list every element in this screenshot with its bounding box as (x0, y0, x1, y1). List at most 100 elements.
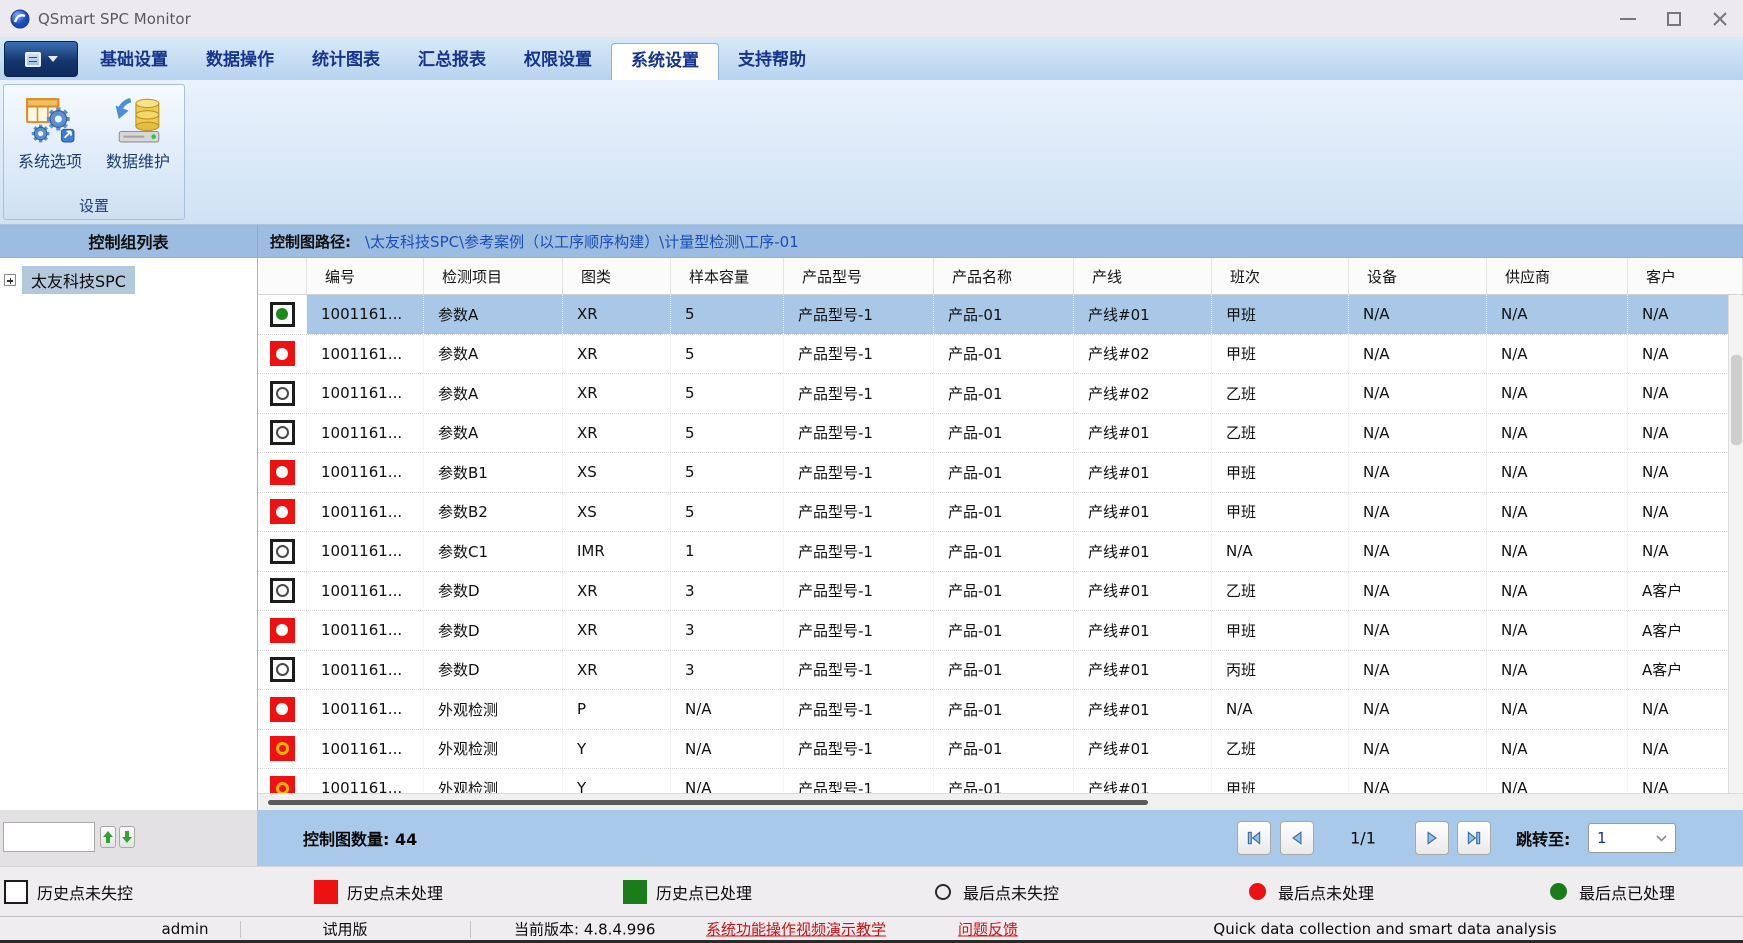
column-header-8[interactable]: 产线 (1074, 258, 1212, 294)
column-header-5[interactable]: 样本容量 (671, 258, 784, 294)
table-cell: N/A (1487, 730, 1628, 769)
table-cell: N/A (1628, 414, 1743, 453)
column-header-7[interactable]: 产品名称 (934, 258, 1074, 294)
horizontal-scrollbar[interactable] (258, 793, 1743, 810)
column-header-2[interactable]: 编号 (307, 258, 424, 294)
column-header-3[interactable]: 检测项目 (424, 258, 563, 294)
chevron-down-icon (48, 56, 58, 62)
table-row[interactable]: 1001161...参数AXR5产品型号-1产品-01产线#02乙班N/AN/A… (258, 374, 1743, 414)
tree-node-root[interactable]: 太友科技SPC (4, 266, 135, 294)
table-row[interactable]: 1001161...参数B2XS5产品型号-1产品-01产线#01甲班N/AN/… (258, 493, 1743, 533)
status-icon (270, 539, 295, 564)
table-cell: N/A (1487, 493, 1628, 532)
app-window: QSmart SPC Monitor 基础设置数据操作统计图表汇总报表权限设置系… (0, 0, 1743, 943)
feedback-link[interactable]: 问题反馈 (958, 918, 1018, 939)
tree-expand-icon[interactable] (4, 274, 16, 286)
table-cell: 5 (671, 453, 784, 492)
column-header-6[interactable]: 产品型号 (784, 258, 934, 294)
table-row[interactable]: 1001161...参数AXR5产品型号-1产品-01产线#01甲班N/AN/A… (258, 295, 1743, 335)
table-cell: 产品-01 (934, 690, 1074, 729)
next-page-button[interactable] (1415, 821, 1449, 855)
move-down-button[interactable] (119, 826, 135, 848)
table-row[interactable]: 1001161...参数C1IMR1产品型号-1产品-01产线#01N/AN/A… (258, 532, 1743, 572)
column-header-4[interactable]: 图类 (563, 258, 671, 294)
table-cell: N/A (1212, 532, 1349, 571)
table-cell: 产品-01 (934, 295, 1074, 334)
pagination-row: 控制图数量: 44 1/1 跳转至: 1 (0, 810, 1743, 866)
system-options-icon (25, 94, 75, 144)
tree-node-label: 太友科技SPC (22, 266, 135, 294)
table-cell: XR (563, 335, 671, 374)
table-cell: 产品-01 (934, 532, 1074, 571)
table-cell: 产线#01 (1074, 651, 1212, 690)
table-cell: N/A (1349, 295, 1487, 334)
table-row[interactable]: 1001161...参数B1XS5产品型号-1产品-01产线#01甲班N/AN/… (258, 453, 1743, 493)
first-page-button[interactable] (1237, 821, 1271, 855)
vertical-scrollbar-thumb[interactable] (1731, 355, 1742, 445)
table-row[interactable]: 1001161...参数DXR3产品型号-1产品-01产线#01乙班N/AN/A… (258, 572, 1743, 612)
table-row[interactable]: 1001161...外观检测YN/A产品型号-1产品-01产线#01乙班N/AN… (258, 730, 1743, 770)
minimize-button[interactable] (1605, 0, 1651, 37)
menu-tab-1[interactable]: 基础设置 (81, 43, 187, 80)
table-cell: 产线#02 (1074, 374, 1212, 413)
column-header-10[interactable]: 设备 (1349, 258, 1487, 294)
table-cell: 1001161... (307, 690, 424, 729)
column-header-12[interactable]: 客户 (1628, 258, 1743, 294)
table-row[interactable]: 1001161...外观检测YN/A产品型号-1产品-01产线#01甲班N/AN… (258, 769, 1743, 793)
legend-circle-icon (1249, 883, 1266, 900)
table-cell: Y (563, 730, 671, 769)
arrow-down-icon (122, 831, 132, 843)
status-user: admin (120, 920, 250, 938)
status-icon (270, 578, 295, 603)
column-header-9[interactable]: 班次 (1212, 258, 1349, 294)
table-cell: 外观检测 (424, 690, 563, 729)
ribbon-group-settings: 系统选项 数据维护 设 (3, 84, 185, 220)
menu-tab-6[interactable]: 系统设置 (611, 43, 719, 80)
table-cell: 产品-01 (934, 611, 1074, 650)
maximize-button[interactable] (1651, 0, 1697, 37)
status-slogan: Quick data collection and smart data ana… (1160, 920, 1610, 938)
table-cell: 3 (671, 572, 784, 611)
vertical-scrollbar[interactable] (1728, 295, 1743, 793)
table-cell: 参数B2 (424, 493, 563, 532)
menu-tab-5[interactable]: 权限设置 (505, 43, 611, 80)
column-header-1[interactable] (258, 258, 307, 294)
prev-page-button[interactable] (1280, 821, 1314, 855)
status-cell (258, 493, 307, 532)
status-icon (270, 776, 295, 793)
data-maintenance-button[interactable]: 数据维护 (96, 90, 180, 195)
horizontal-scrollbar-thumb[interactable] (268, 800, 1148, 805)
status-cell (258, 295, 307, 334)
table-cell: 外观检测 (424, 730, 563, 769)
close-button[interactable] (1697, 0, 1743, 37)
menu-tab-7[interactable]: 支持帮助 (719, 43, 825, 80)
jump-to-select[interactable]: 1 (1588, 823, 1676, 853)
system-options-button[interactable]: 系统选项 (8, 90, 92, 195)
jump-to-label: 跳转至: (1516, 826, 1570, 850)
menu-tab-2[interactable]: 数据操作 (187, 43, 293, 80)
video-tutorial-link[interactable]: 系统功能操作视频演示教学 (706, 918, 886, 939)
table-cell: P (563, 690, 671, 729)
menu-tab-4[interactable]: 汇总报表 (399, 43, 505, 80)
table-cell: 1001161... (307, 651, 424, 690)
last-page-button[interactable] (1457, 821, 1491, 855)
table-cell: N/A (1349, 651, 1487, 690)
table-row[interactable]: 1001161...参数DXR3产品型号-1产品-01产线#01甲班N/AN/A… (258, 611, 1743, 651)
menu-tab-3[interactable]: 统计图表 (293, 43, 399, 80)
control-chart-table: 编号检测项目图类样本容量产品型号产品名称产线班次设备供应商客户 1001161.… (258, 258, 1743, 810)
move-up-button[interactable] (100, 826, 116, 848)
table-row[interactable]: 1001161...参数DXR3产品型号-1产品-01产线#01丙班N/AN/A… (258, 651, 1743, 691)
app-menu-button[interactable] (4, 41, 78, 77)
table-cell: 甲班 (1212, 611, 1349, 650)
table-row[interactable]: 1001161...外观检测PN/A产品型号-1产品-01产线#01N/AN/A… (258, 690, 1743, 730)
table-cell: N/A (1349, 690, 1487, 729)
status-icon (270, 302, 295, 327)
tree-search-input[interactable] (3, 822, 95, 852)
column-header-11[interactable]: 供应商 (1487, 258, 1628, 294)
table-cell: N/A (1487, 532, 1628, 571)
table-row[interactable]: 1001161...参数AXR5产品型号-1产品-01产线#02甲班N/AN/A… (258, 335, 1743, 375)
table-cell: 产线#01 (1074, 453, 1212, 492)
arrow-up-icon (103, 831, 113, 843)
chart-path-link[interactable]: \太友科技SPC\参考案例（以工序顺序构建）\计量型检测\工序-01 (365, 231, 799, 252)
table-row[interactable]: 1001161...参数AXR5产品型号-1产品-01产线#01乙班N/AN/A… (258, 414, 1743, 454)
